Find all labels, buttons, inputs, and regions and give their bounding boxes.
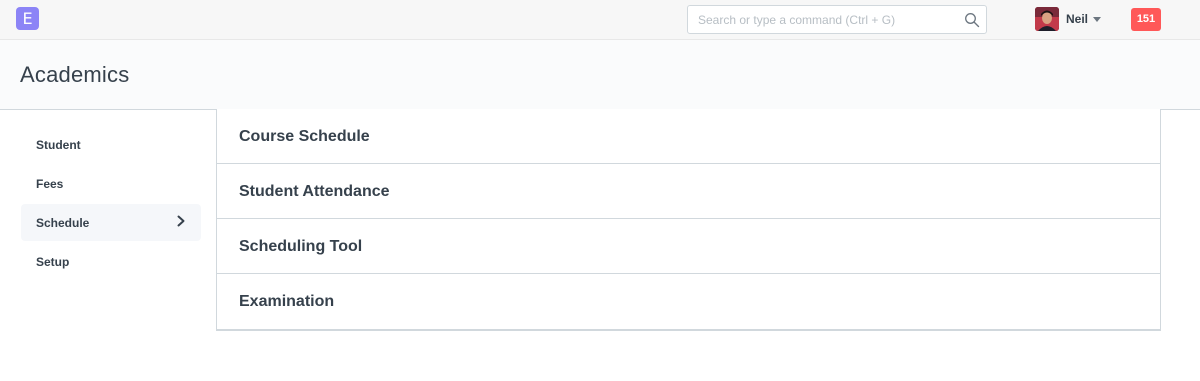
search-icon[interactable]	[964, 12, 980, 28]
module-item-label: Course Schedule	[239, 128, 370, 145]
module-item-label: Student Attendance	[239, 183, 390, 200]
sidebar-item-student[interactable]: Student	[21, 126, 201, 163]
module-item-label: Examination	[239, 293, 335, 310]
caret-down-icon[interactable]	[1093, 17, 1101, 22]
search-bar[interactable]	[687, 5, 987, 34]
sidebar: Student Fees Schedule Setup	[21, 126, 201, 282]
sidebar-item-setup[interactable]: Setup	[21, 243, 201, 280]
module-item-scheduling-tool[interactable]: Scheduling Tool	[217, 219, 1160, 274]
chevron-right-icon	[177, 215, 185, 227]
module-item-label: Scheduling Tool	[239, 238, 363, 255]
sidebar-item-label: Schedule	[36, 216, 90, 230]
module-item-course-schedule[interactable]: Course Schedule	[217, 109, 1160, 164]
sidebar-item-label: Student	[36, 138, 81, 152]
page-title: Academics	[20, 62, 130, 87]
module-item-examination[interactable]: Examination	[217, 274, 1160, 329]
module-item-student-attendance[interactable]: Student Attendance	[217, 164, 1160, 219]
sidebar-item-schedule[interactable]: Schedule	[21, 204, 201, 241]
notification-badge[interactable]: 151	[1131, 8, 1161, 31]
sidebar-item-fees[interactable]: Fees	[21, 165, 201, 202]
sidebar-item-label: Fees	[36, 177, 64, 191]
user-name[interactable]: Neil	[1066, 12, 1088, 26]
sidebar-item-label: Setup	[36, 255, 70, 269]
avatar[interactable]	[1035, 7, 1059, 31]
navbar: E Neil 151	[0, 0, 1200, 40]
module-list: Course Schedule Student Attendance Sched…	[216, 109, 1161, 331]
avatar-image	[1035, 7, 1059, 31]
app-logo[interactable]: E	[16, 7, 39, 30]
page-header: Academics	[0, 40, 1200, 110]
search-input[interactable]	[688, 6, 986, 33]
